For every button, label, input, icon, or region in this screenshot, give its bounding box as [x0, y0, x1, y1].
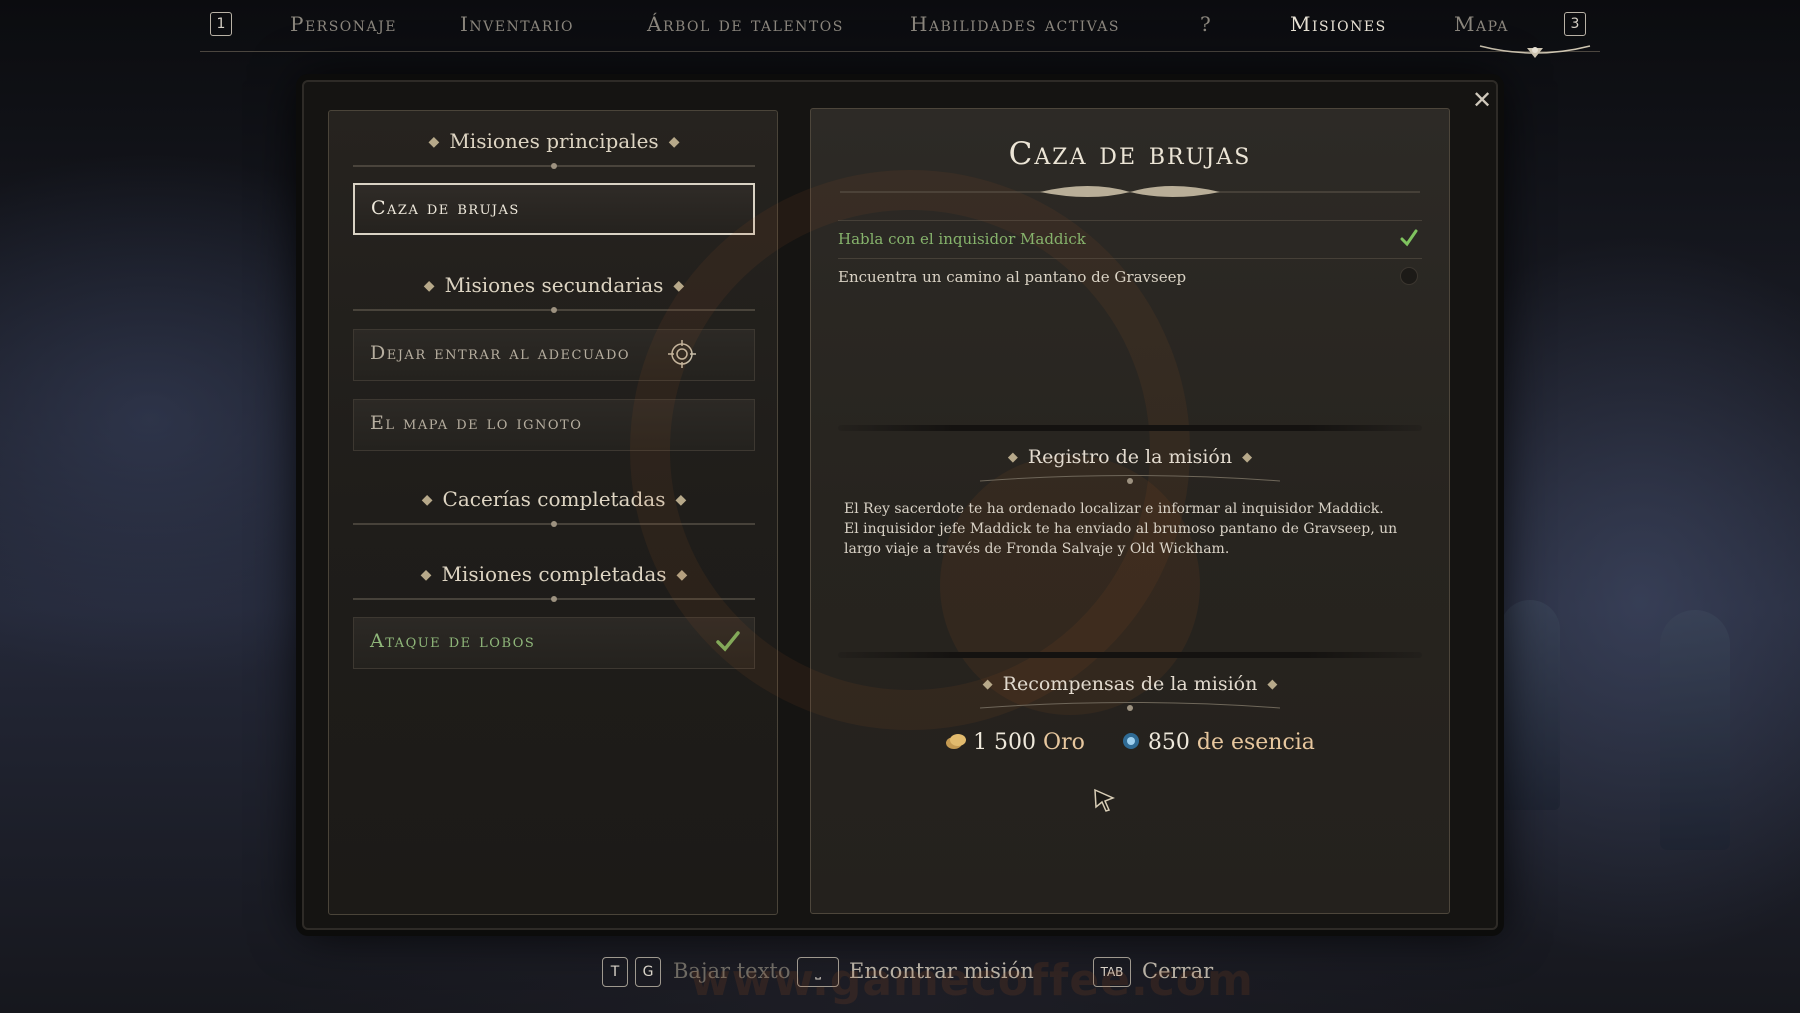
quest-list-panel: ◆ Misiones principales ◆ Caza de brujas ◆ M… — [328, 110, 778, 915]
tab-inventario[interactable]: Inventario — [460, 12, 574, 36]
essence-orb-icon — [1122, 733, 1139, 749]
scroll-up-key[interactable]: T — [602, 957, 628, 987]
quest-item-label: El mapa de lo ignoto — [370, 412, 583, 434]
right-arrow-icon: ◆ — [675, 492, 687, 508]
section-main-quests[interactable]: ◆ Misiones principales ◆ — [329, 129, 779, 153]
objective-text: Habla con el inquisidor Maddick — [838, 230, 1086, 248]
right-arrow-icon: ◆ — [1242, 450, 1253, 465]
panel-divider — [838, 425, 1422, 431]
quest-item-dejar-entrar[interactable]: Dejar entrar al adecuado — [353, 329, 755, 381]
section-divider — [353, 163, 755, 169]
left-arrow-icon: ◆ — [423, 278, 435, 294]
close-icon[interactable]: ✕ — [1469, 88, 1495, 114]
check-icon — [1400, 229, 1418, 247]
sub-ornament — [979, 475, 1281, 484]
left-arrow-icon: ◆ — [982, 677, 993, 692]
tab-misiones[interactable]: Misiones — [1290, 12, 1387, 36]
target-icon — [668, 340, 696, 368]
top-navigation: 1 Personaje Inventario Árbol de talentos… — [200, 0, 1600, 58]
left-arrow-icon: ◆ — [420, 567, 432, 583]
quest-log-label: Registro de la misión — [1027, 446, 1233, 468]
reward-list: 1 500 Oro 850 de esencia — [810, 730, 1450, 755]
left-arrow-icon: ◆ — [428, 134, 440, 150]
quest-title: Caza de brujas — [1008, 136, 1252, 172]
quest-item-label: Caza de brujas — [371, 197, 520, 219]
section-label: Misiones completadas — [441, 562, 667, 586]
sub-ornament — [979, 702, 1281, 711]
control-hints: T G Bajar texto ⎵ Encontrar misión TAB C… — [0, 955, 1800, 995]
reward-amount: 850 — [1147, 730, 1190, 755]
quest-item-label: Dejar entrar al adecuado — [370, 342, 631, 364]
section-completed-hunts[interactable]: ◆ Cacerías completadas ◆ — [329, 487, 779, 511]
left-arrow-icon: ◆ — [1007, 450, 1018, 465]
tab-mapa[interactable]: Mapa — [1454, 12, 1509, 36]
tab-personaje[interactable]: Personaje — [290, 12, 397, 36]
find-quest-key[interactable]: ⎵ — [797, 957, 839, 987]
quest-log-line: El Rey sacerdote te ha ordenado localiza… — [844, 501, 1384, 517]
mouse-cursor-icon — [1094, 788, 1115, 812]
section-divider — [353, 307, 755, 313]
objective-item: Habla con el inquisidor Maddick — [838, 220, 1422, 256]
scroll-down-key[interactable]: G — [635, 957, 661, 987]
quest-log-line: El inquisidor jefe Maddick te ha enviado… — [844, 521, 1398, 557]
reward-amount: 1 500 — [973, 730, 1037, 755]
check-icon — [716, 631, 740, 652]
left-arrow-icon: ◆ — [421, 492, 433, 508]
active-tab-ornament — [1479, 45, 1591, 58]
background-figure-left — [1500, 600, 1560, 810]
reward-unit: de esencia — [1196, 730, 1315, 755]
section-label: Misiones principales — [449, 129, 659, 153]
right-arrow-icon: ◆ — [673, 278, 685, 294]
title-ornament — [840, 186, 1420, 197]
quest-log-header: ◆ Registro de la misión ◆ — [810, 446, 1450, 468]
reward-unit: Oro — [1043, 730, 1085, 755]
right-arrow-icon: ◆ — [1267, 677, 1278, 692]
quest-rewards-header: ◆ Recompensas de la misión ◆ — [810, 673, 1450, 695]
prev-tab-key[interactable]: 1 — [210, 12, 232, 36]
close-label: Cerrar — [1142, 959, 1214, 983]
objective-item: Encuentra un camino al pantano de Gravse… — [838, 258, 1422, 294]
quest-item-caza-de-brujas[interactable]: Caza de brujas — [353, 183, 755, 235]
reward-gold: 1 500 Oro — [945, 730, 1085, 755]
find-quest-label: Encontrar misión — [849, 959, 1034, 983]
section-label: Cacerías completadas — [442, 487, 666, 511]
tab-habilidades-activas[interactable]: Habilidades activas — [910, 12, 1120, 36]
tab-arbol-de-talentos[interactable]: Árbol de talentos — [647, 12, 844, 36]
quest-item-ataque-de-lobos[interactable]: Ataque de lobos — [353, 617, 755, 669]
section-divider — [353, 596, 755, 602]
right-arrow-icon: ◆ — [676, 567, 688, 583]
quest-item-label: Ataque de lobos — [370, 630, 536, 652]
section-label: Misiones secundarias — [444, 273, 664, 297]
objective-text: Encuentra un camino al pantano de Gravse… — [838, 268, 1187, 286]
gold-coins-icon — [946, 734, 967, 749]
right-arrow-icon: ◆ — [668, 134, 680, 150]
section-side-quests[interactable]: ◆ Misiones secundarias ◆ — [329, 273, 779, 297]
objective-pending-icon — [1400, 267, 1418, 285]
background-figure-right — [1660, 610, 1730, 850]
next-tab-key[interactable]: 3 — [1564, 12, 1586, 36]
panel-divider — [838, 652, 1422, 658]
reward-essence: 850 de esencia — [1120, 730, 1315, 755]
tab-unknown[interactable]: ? — [1200, 12, 1212, 36]
close-key[interactable]: TAB — [1093, 957, 1131, 987]
section-divider — [353, 521, 755, 527]
scroll-hint-label: Bajar texto — [673, 959, 791, 983]
section-completed-quests[interactable]: ◆ Misiones completadas ◆ — [329, 562, 779, 586]
quest-log-text: El Rey sacerdote te ha ordenado localiza… — [844, 499, 1424, 559]
quest-rewards-label: Recompensas de la misión — [1002, 673, 1258, 695]
quest-item-el-mapa-de-lo-ignoto[interactable]: El mapa de lo ignoto — [353, 399, 755, 451]
